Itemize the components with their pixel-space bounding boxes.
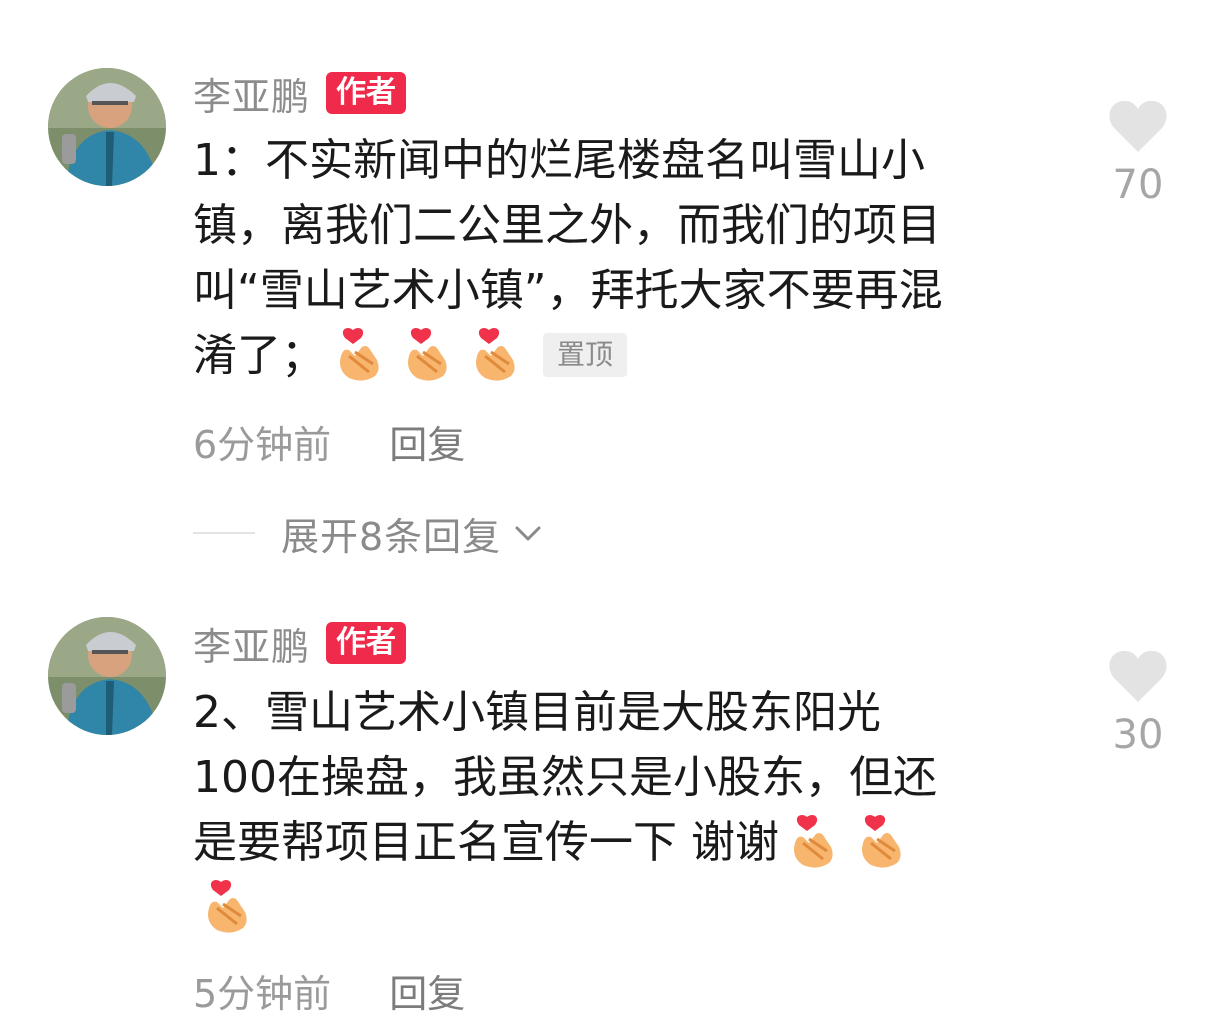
expand-replies-button[interactable]: 展开8条回复	[193, 507, 545, 559]
like-button[interactable]: 70	[1098, 98, 1178, 208]
chevron-down-icon	[515, 526, 541, 541]
avatar[interactable]	[48, 617, 166, 735]
author-badge: 作者	[326, 72, 407, 114]
finger-heart-icon	[201, 878, 253, 934]
like-count: 70	[1112, 162, 1164, 208]
comment-line: 叫“雪山艺术小镇”，拜托大家不要再混	[193, 265, 943, 316]
comment-line: 淆了；	[193, 330, 325, 381]
author-name[interactable]: 李亚鹏	[193, 616, 310, 671]
author-badge: 作者	[326, 622, 407, 664]
comment-line: 镇，离我们二公里之外，而我们的项目	[193, 200, 941, 251]
finger-heart-icon	[333, 326, 385, 382]
heart-icon[interactable]	[1107, 648, 1169, 704]
comment-line: 1：不实新闻中的烂尾楼盘名叫雪山小	[193, 135, 925, 186]
finger-heart-icon	[787, 813, 839, 869]
like-button[interactable]: 30	[1098, 648, 1178, 758]
heart-icon[interactable]	[1107, 98, 1169, 154]
comment-line: 是要帮项目正名宣传一下 谢谢	[193, 817, 779, 868]
reply-button[interactable]: 回复	[389, 963, 465, 1018]
avatar[interactable]	[48, 68, 166, 186]
author-name[interactable]: 李亚鹏	[193, 66, 310, 121]
finger-heart-icon	[469, 326, 521, 382]
comment-line: 2、雪山艺术小镇目前是大股东阳光	[193, 687, 881, 738]
comment-text: 1：不实新闻中的烂尾楼盘名叫雪山小 镇，离我们二公里之外，而我们的项目 叫“雪山…	[193, 128, 1053, 388]
finger-heart-icon	[855, 813, 907, 869]
pinned-tag: 置顶	[543, 333, 628, 377]
comment-text: 2、雪山艺术小镇目前是大股东阳光 100在操盘，我虽然只是小股东，但还 是要帮项…	[193, 680, 1053, 940]
comment-time: 6分钟前	[193, 423, 332, 467]
expand-replies-label[interactable]: 展开8条回复	[281, 506, 501, 561]
divider-line	[193, 532, 255, 534]
like-count: 30	[1112, 712, 1164, 758]
reply-button[interactable]: 回复	[389, 414, 465, 469]
finger-heart-icon	[401, 326, 453, 382]
comment-time: 5分钟前	[193, 972, 332, 1016]
comment-line: 100在操盘，我虽然只是小股东，但还	[193, 752, 937, 803]
